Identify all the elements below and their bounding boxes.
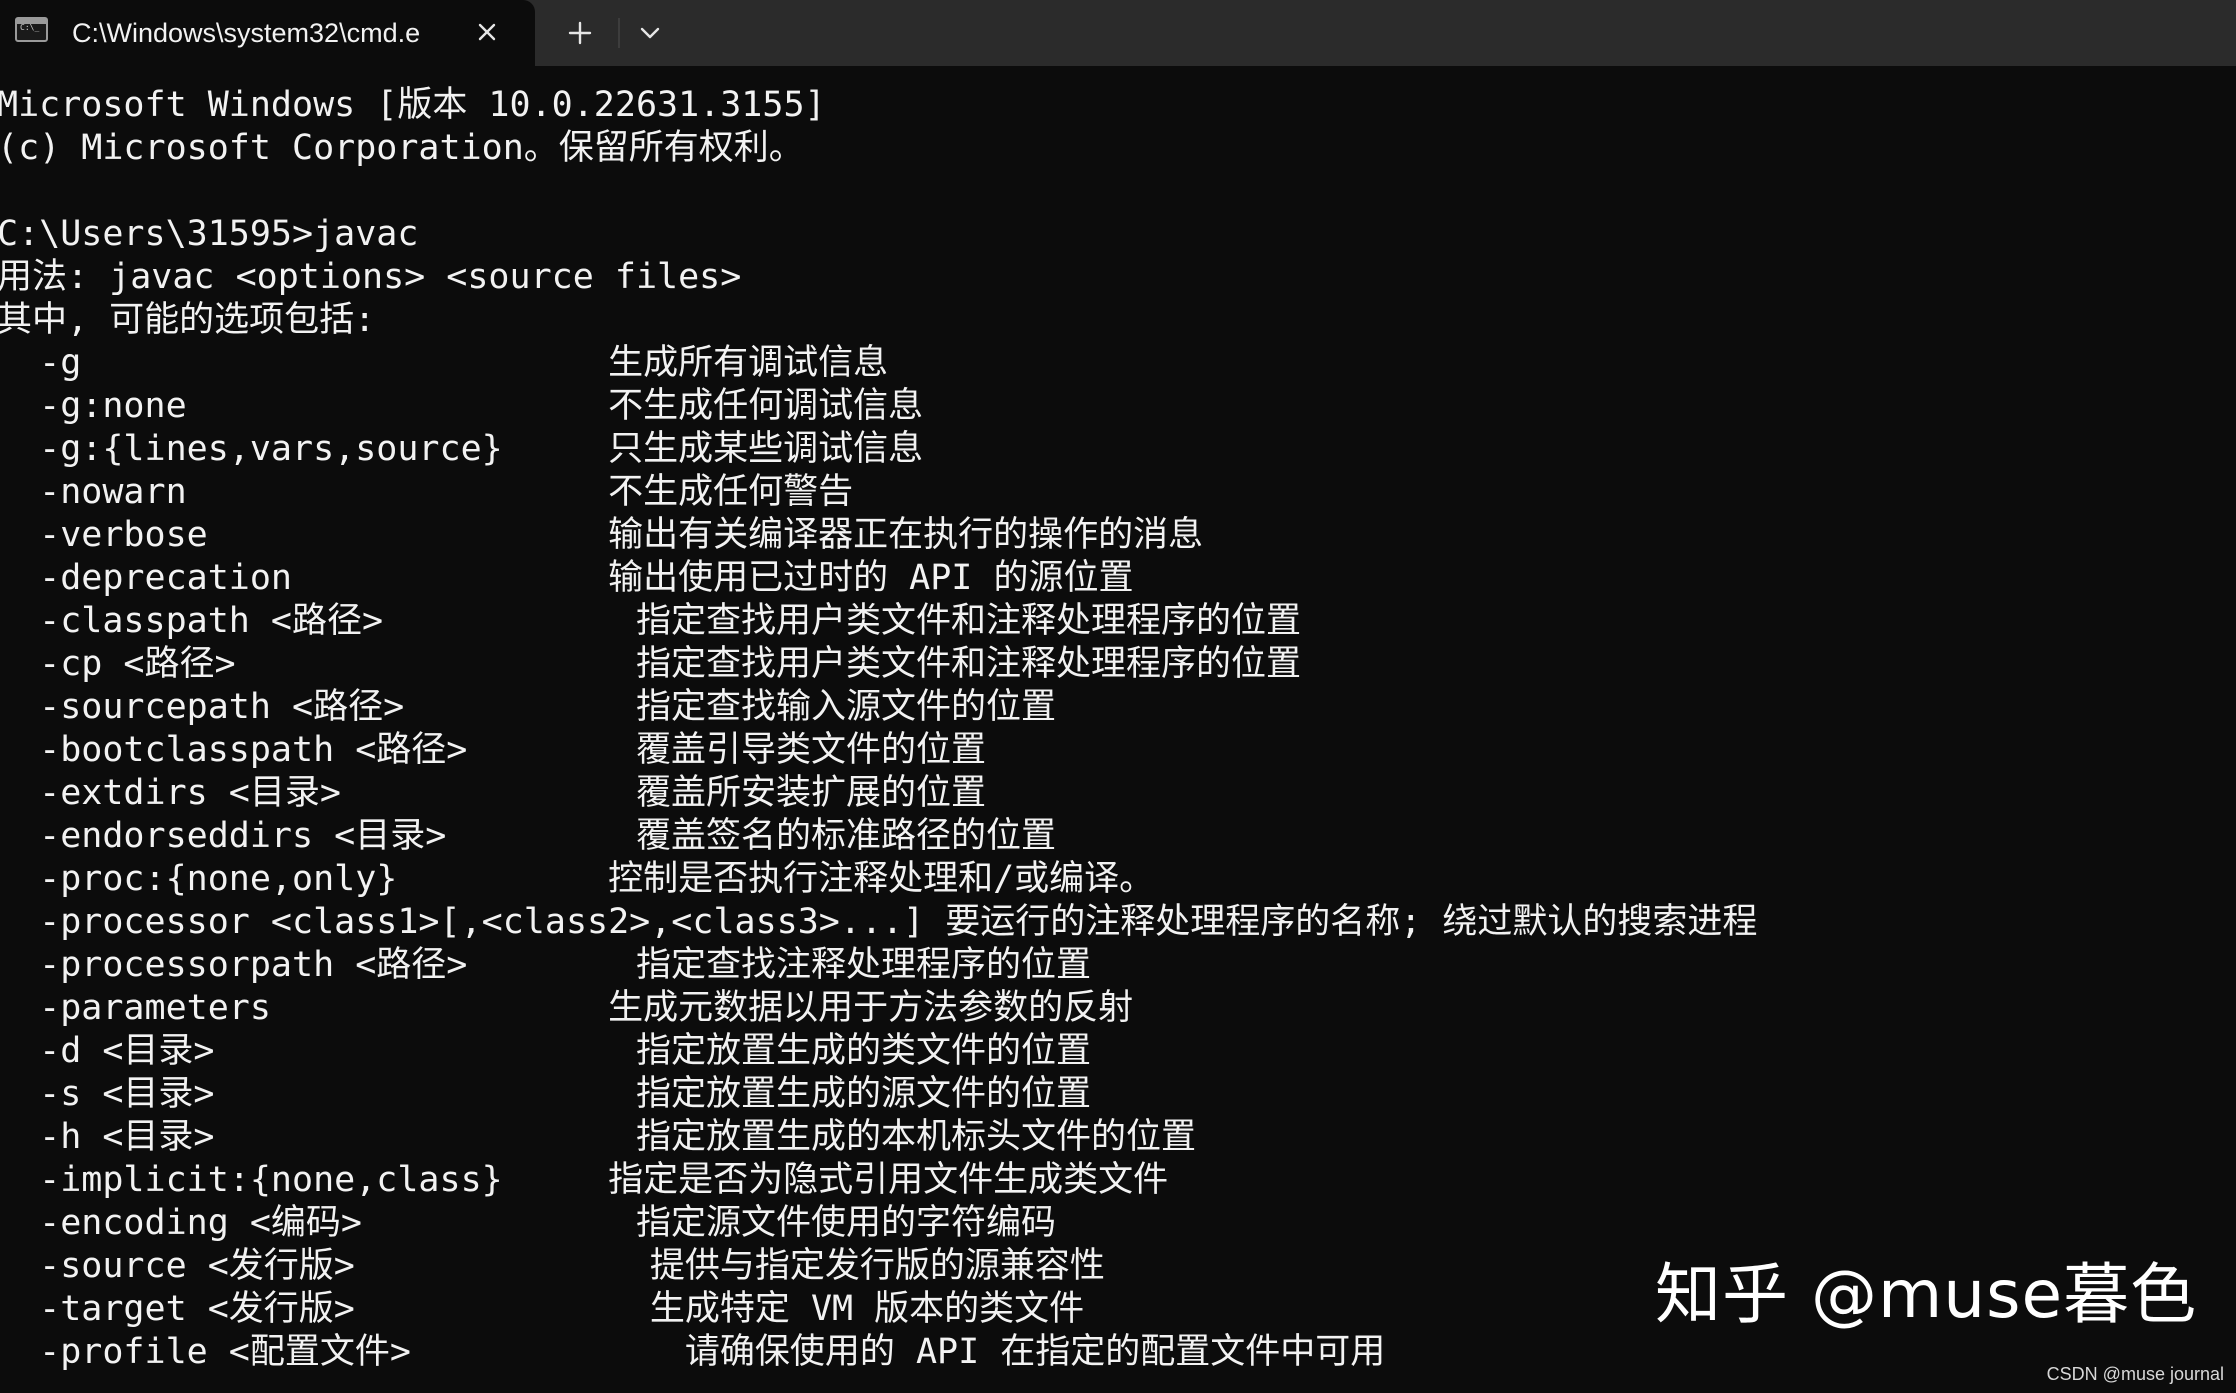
terminal-line: -g:none 不生成任何调试信息	[0, 386, 924, 426]
terminal-line: -s <目录> 指定放置生成的源文件的位置	[0, 1074, 1091, 1114]
watermark: 知乎 @muse暮色	[1655, 1256, 2198, 1333]
terminal-line: -parameters 生成元数据以用于方法参数的反射	[0, 988, 1134, 1028]
tab-bar: C:\Windows\system32\cmd.e	[0, 0, 2236, 66]
terminal-line: -sourcepath <路径> 指定查找输入源文件的位置	[0, 687, 1056, 727]
credit-text: CSDN @muse journal	[2046, 1364, 2224, 1384]
tab-title: C:\Windows\system32\cmd.e	[72, 18, 421, 48]
tab-divider	[618, 18, 620, 48]
terminal-line: -h <目录> 指定放置生成的本机标头文件的位置	[0, 1117, 1196, 1157]
terminal-line: -implicit:{none,class} 指定是否为隐式引用文件生成类文件	[0, 1160, 1169, 1200]
terminal-output[interactable]: Microsoft Windows [版本 10.0.22631.3155] (c…	[0, 84, 1757, 1374]
profile-dropdown-button[interactable]	[630, 13, 670, 53]
close-icon	[478, 23, 496, 41]
terminal-line: Microsoft Windows [版本 10.0.22631.3155]	[0, 85, 826, 125]
command-prompt-icon	[15, 17, 48, 42]
terminal-line: -processor <class1>[,<class2>,<class3>..…	[0, 902, 1758, 942]
terminal-line: -target <发行版> 生成特定 VM 版本的类文件	[0, 1289, 1085, 1329]
chevron-down-icon	[640, 27, 660, 39]
terminal-window: C:\Windows\system32\cmd.e Microsoft Wind…	[0, 0, 2236, 1393]
terminal-line: -encoding <编码> 指定源文件使用的字符编码	[0, 1203, 1056, 1243]
new-tab-button[interactable]	[560, 13, 600, 53]
terminal-line: -classpath <路径> 指定查找用户类文件和注释处理程序的位置	[0, 601, 1301, 641]
terminal-line: -d <目录> 指定放置生成的类文件的位置	[0, 1031, 1091, 1071]
terminal-line: -endorseddirs <目录> 覆盖签名的标准路径的位置	[0, 816, 1056, 856]
terminal-line: -verbose 输出有关编译器正在执行的操作的消息	[0, 515, 1204, 555]
terminal-line: -g:{lines,vars,source} 只生成某些调试信息	[0, 429, 924, 469]
plus-icon	[568, 21, 592, 45]
tab-cmd[interactable]: C:\Windows\system32\cmd.e	[0, 0, 535, 66]
terminal-line: -bootclasspath <路径> 覆盖引导类文件的位置	[0, 730, 986, 770]
terminal-line: -proc:{none,only} 控制是否执行注释处理和/或编译。	[0, 859, 1155, 899]
terminal-line: -g 生成所有调试信息	[0, 343, 889, 383]
terminal-line: C:\Users\31595>javac	[0, 214, 419, 254]
terminal-line: -cp <路径> 指定查找用户类文件和注释处理程序的位置	[0, 644, 1301, 684]
terminal-line: -extdirs <目录> 覆盖所安装扩展的位置	[0, 773, 986, 813]
terminal-line: 用法: javac <options> <source files>	[0, 257, 742, 297]
terminal-line: -source <发行版> 提供与指定发行版的源兼容性	[0, 1246, 1105, 1286]
terminal-line: (c) Microsoft Corporation。保留所有权利。	[0, 128, 804, 168]
terminal-line: -profile <配置文件> 请确保使用的 API 在指定的配置文件中可用	[0, 1332, 1386, 1372]
terminal-line: 其中, 可能的选项包括:	[0, 300, 376, 340]
close-tab-button[interactable]	[468, 13, 506, 51]
terminal-line: -processorpath <路径> 指定查找注释处理程序的位置	[0, 945, 1091, 985]
terminal-line: -deprecation 输出使用已过时的 API 的源位置	[0, 558, 1134, 598]
terminal-line: -nowarn 不生成任何警告	[0, 472, 854, 512]
